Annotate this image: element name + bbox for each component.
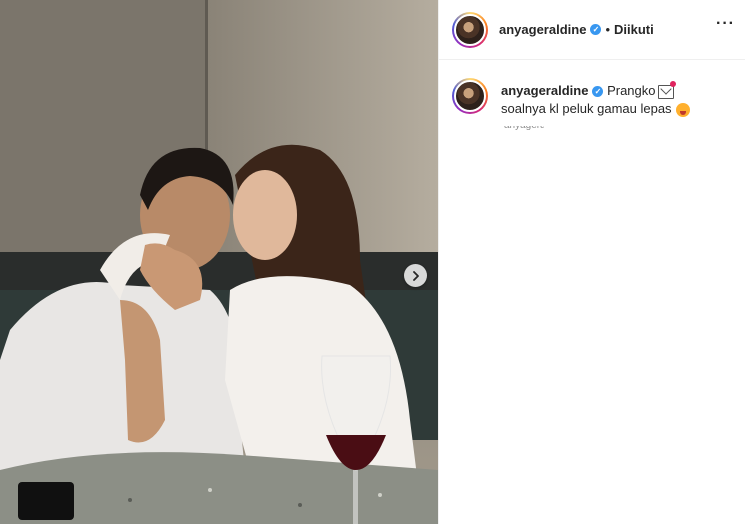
caption-line2-wrap: soalnya kl peluk gamau lepas bbox=[501, 100, 690, 118]
caption-line2: soalnya kl peluk gamau lepas bbox=[501, 101, 672, 116]
post-header: anyageraldine ✓ • Diikuti ··· bbox=[439, 0, 745, 60]
header-separator: • bbox=[605, 22, 610, 37]
header-username[interactable]: anyageraldine bbox=[499, 22, 586, 37]
post-side-panel: anyageraldine ✓ • Diikuti ··· anyagerald… bbox=[439, 0, 745, 524]
caption-text: anyageraldine ✓ Prangko soalnya kl peluk … bbox=[501, 80, 690, 118]
story-ring[interactable] bbox=[452, 11, 488, 48]
truncated-caption-edge: anyageraldine bbox=[504, 126, 544, 132]
chevron-right-icon bbox=[412, 270, 419, 281]
avatar bbox=[454, 13, 486, 46]
more-options-icon[interactable]: ··· bbox=[716, 15, 735, 33]
post-photo[interactable] bbox=[0, 0, 438, 524]
next-photo-button[interactable] bbox=[404, 264, 427, 287]
caption-username[interactable]: anyageraldine bbox=[501, 83, 588, 98]
photo-illustration bbox=[0, 0, 438, 524]
caption: anyageraldine ✓ Prangko soalnya kl peluk … bbox=[452, 78, 690, 118]
follow-status-button[interactable]: Diikuti bbox=[614, 22, 654, 37]
caption-verified-badge-icon: ✓ bbox=[592, 86, 604, 98]
caption-avatar bbox=[454, 80, 486, 112]
caption-line1: Prangko bbox=[607, 83, 656, 98]
caption-story-ring[interactable] bbox=[452, 78, 488, 114]
verified-badge-icon: ✓ bbox=[590, 24, 602, 35]
cutoff-text: anyageraldine bbox=[504, 126, 544, 131]
envelope-heart-icon bbox=[658, 80, 677, 99]
header-user-info: anyageraldine ✓ • Diikuti bbox=[499, 22, 654, 37]
tongue-face-icon bbox=[675, 102, 690, 117]
